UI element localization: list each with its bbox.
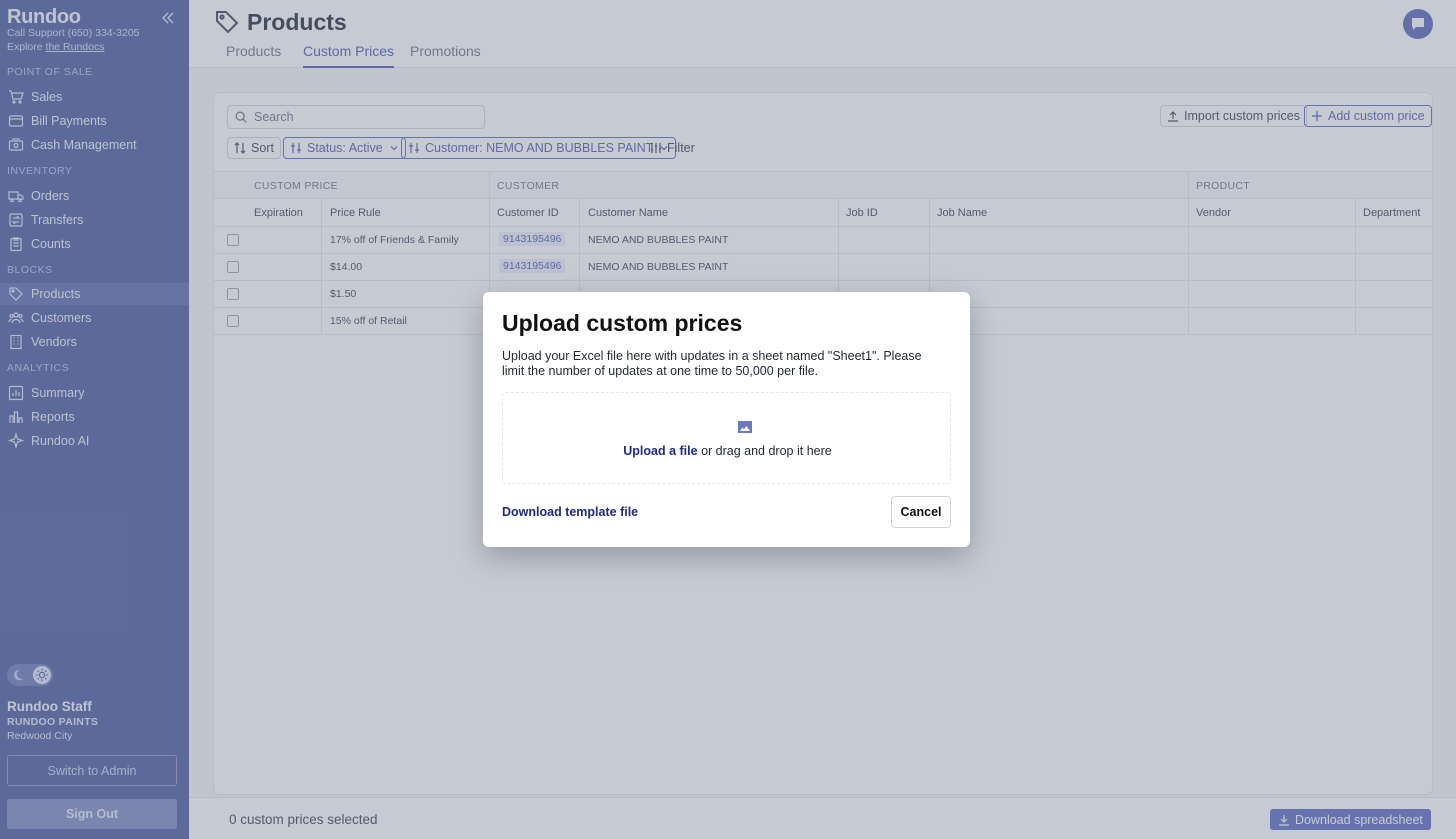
upload-custom-prices-dialog: Upload custom prices Upload your Excel f… (483, 292, 970, 547)
download-template-link[interactable]: Download template file (502, 505, 638, 519)
drop-hint: or drag and drop it here (697, 444, 832, 458)
cancel-button[interactable]: Cancel (891, 496, 951, 528)
file-dropzone[interactable]: Upload a file or drag and drop it here (502, 392, 951, 484)
dropzone-text: Upload a file or drag and drop it here (503, 444, 952, 458)
image-icon (738, 421, 752, 433)
dialog-title: Upload custom prices (502, 310, 743, 336)
upload-file-link[interactable]: Upload a file (623, 444, 697, 458)
dialog-description: Upload your Excel file here with updates… (502, 349, 922, 378)
